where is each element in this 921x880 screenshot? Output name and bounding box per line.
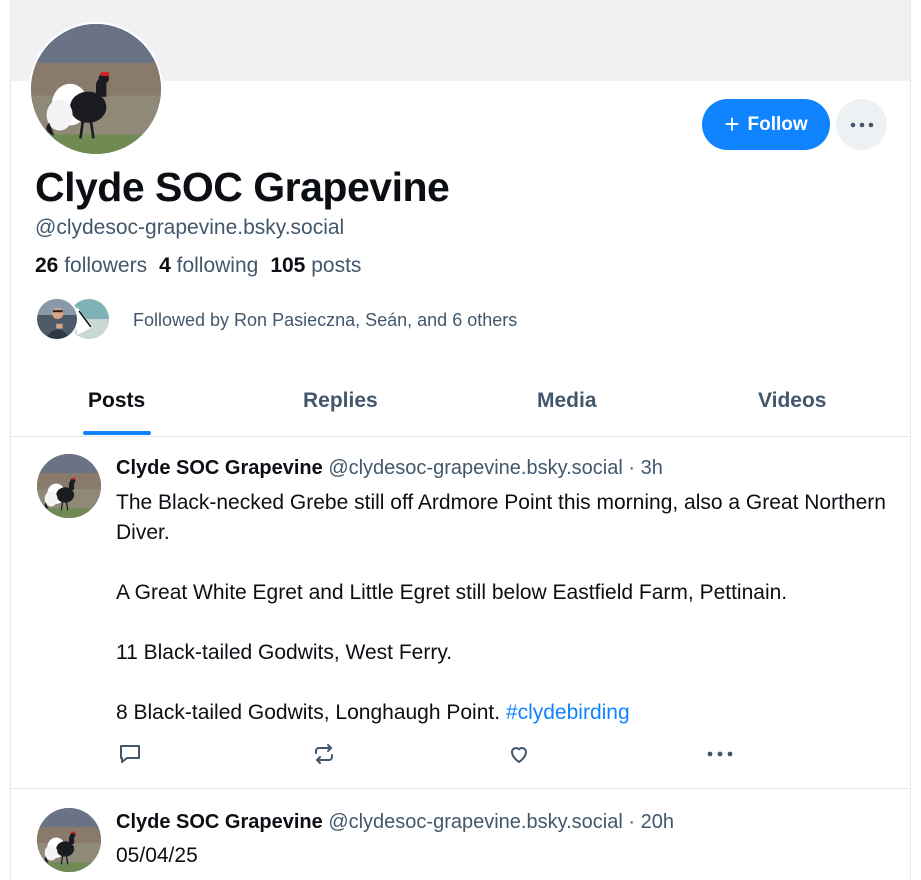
posts-stat: 105 posts — [270, 254, 362, 277]
post-text: The Black-necked Grebe still off Ardmore… — [116, 488, 896, 728]
post-header: Clyde SOC Grapevine @clydesoc-grapevine.… — [116, 457, 663, 480]
followers-stat[interactable]: 26 followers — [35, 254, 147, 278]
post-paragraph: 11 Black-tailed Godwits, West Ferry. — [116, 641, 453, 664]
feed-post[interactable]: Clyde SOC Grapevine @clydesoc-grapevine.… — [11, 437, 910, 789]
post-header: Clyde SOC Grapevine @clydesoc-grapevine.… — [116, 811, 674, 834]
tab-videos[interactable]: Videos — [758, 389, 826, 413]
post-author-name[interactable]: Clyde SOC Grapevine — [116, 457, 323, 479]
follower-avatars — [35, 297, 121, 343]
post-text: 05/04/25 — [116, 841, 896, 871]
follow-button[interactable]: + Follow — [702, 99, 830, 150]
post-author-avatar[interactable] — [37, 454, 101, 518]
repost-button[interactable] — [310, 740, 338, 768]
profile-avatar[interactable] — [29, 22, 163, 156]
profile-handle: @clydesoc-grapevine.bsky.social — [35, 216, 345, 239]
like-button[interactable] — [505, 740, 533, 768]
tab-replies[interactable]: Replies — [303, 389, 378, 413]
active-tab-indicator — [83, 431, 151, 435]
feed-post[interactable]: Clyde SOC Grapevine @clydesoc-grapevine.… — [11, 789, 910, 880]
post-author-avatar[interactable] — [37, 808, 101, 872]
tab-posts[interactable]: Posts — [88, 389, 145, 413]
repost-icon — [315, 744, 333, 764]
profile-stats: 26 followers 4 following 105 posts — [35, 254, 361, 278]
post-paragraph: 8 Black-tailed Godwits, Longhaugh Point.… — [116, 701, 630, 724]
post-paragraph: 05/04/25 — [116, 844, 198, 867]
post-paragraph: A Great White Egret and Little Egret sti… — [116, 581, 788, 604]
profile-display-name: Clyde SOC Grapevine — [35, 164, 450, 210]
post-author-name[interactable]: Clyde SOC Grapevine — [116, 811, 323, 833]
following-stat[interactable]: 4 following — [159, 254, 258, 278]
more-options-button[interactable] — [836, 99, 887, 150]
profile-page: + Follow Clyde SOC Grapevine @clydesoc-g… — [10, 0, 911, 880]
ellipsis-icon — [707, 751, 733, 757]
post-paragraph: The Black-necked Grebe still off Ardmore… — [116, 491, 886, 544]
post-author-meta: @clydesoc-grapevine.bsky.social · 20h — [328, 811, 674, 833]
followed-by-row[interactable]: Followed by Ron Pasieczna, Seán, and 6 o… — [35, 296, 517, 344]
reply-icon — [120, 745, 140, 763]
post-author-meta: @clydesoc-grapevine.bsky.social · 3h — [328, 457, 663, 479]
followed-by-text: Followed by Ron Pasieczna, Seán, and 6 o… — [133, 309, 518, 330]
plus-icon: + — [724, 108, 740, 139]
tab-media[interactable]: Media — [537, 389, 597, 413]
post-actions — [116, 740, 736, 770]
reply-button[interactable] — [116, 740, 144, 768]
profile-tabs: Posts Replies Media Videos — [11, 373, 910, 437]
post-more-button[interactable] — [700, 740, 740, 768]
follower-avatar — [35, 297, 79, 341]
ellipsis-icon — [850, 122, 873, 127]
like-icon — [511, 747, 527, 763]
follow-button-label: Follow — [747, 113, 808, 135]
hashtag-link[interactable]: #clydebirding — [506, 701, 630, 724]
